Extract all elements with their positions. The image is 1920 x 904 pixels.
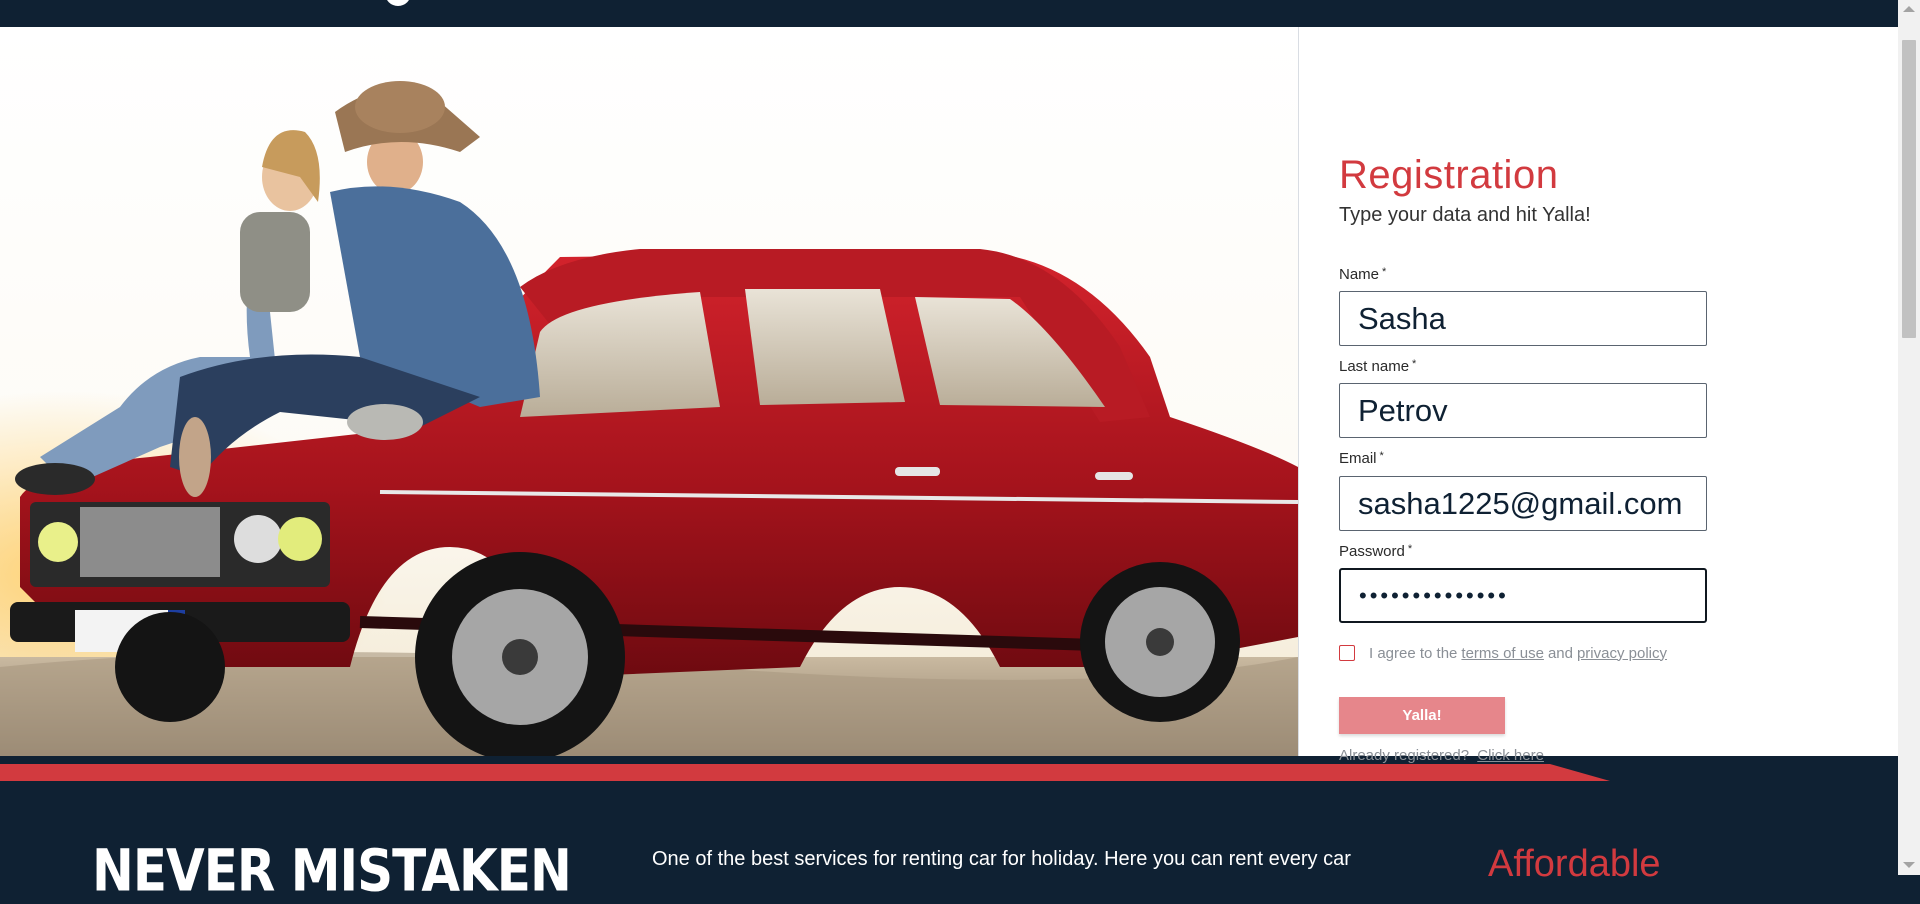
agree-and-text: and bbox=[1547, 644, 1573, 662]
registration-title: Registration bbox=[1339, 153, 1559, 197]
email-label: Email * bbox=[1339, 450, 1384, 467]
password-label: Password * bbox=[1339, 543, 1412, 560]
car-couple-illustration bbox=[0, 27, 1298, 756]
password-label-text: Password bbox=[1339, 543, 1405, 560]
affordable-heading: Affordable bbox=[1488, 843, 1661, 885]
registration-subtitle: Type your data and hit Yalla! bbox=[1339, 204, 1591, 226]
footer-about-text: One of the best services for renting car… bbox=[652, 848, 1351, 870]
top-navbar bbox=[0, 0, 1898, 27]
logo-fragment bbox=[385, 0, 411, 6]
required-mark: * bbox=[1412, 358, 1417, 370]
triangle-down-icon[interactable] bbox=[1903, 862, 1915, 868]
terms-of-use-link[interactable]: terms of use bbox=[1461, 645, 1544, 662]
accent-stripe bbox=[0, 764, 1610, 781]
required-mark: * bbox=[1379, 450, 1384, 462]
privacy-policy-link[interactable]: privacy policy bbox=[1577, 645, 1667, 662]
password-field[interactable] bbox=[1339, 568, 1707, 623]
already-registered-text: Already registered? bbox=[1339, 747, 1470, 764]
terms-checkbox[interactable] bbox=[1339, 645, 1355, 661]
triangle-up-icon[interactable] bbox=[1903, 6, 1915, 12]
name-field[interactable] bbox=[1339, 291, 1707, 346]
hero-image bbox=[0, 27, 1298, 756]
lastname-label: Last name * bbox=[1339, 358, 1416, 375]
already-registered-row: Already registered? Click here bbox=[1339, 747, 1548, 764]
lastname-label-text: Last name bbox=[1339, 358, 1410, 375]
yalla-submit-button[interactable]: Yalla! bbox=[1339, 697, 1505, 734]
registration-panel: Registration Type your data and hit Yall… bbox=[1298, 27, 1899, 764]
email-field[interactable] bbox=[1339, 476, 1707, 531]
agree-prefix-text: I agree to the bbox=[1369, 644, 1458, 662]
terms-agreement-row: I agree to the terms of use and privacy … bbox=[1339, 643, 1671, 663]
scrollbar-thumb[interactable] bbox=[1902, 40, 1916, 338]
email-label-text: Email bbox=[1339, 450, 1377, 467]
click-here-link[interactable]: Click here bbox=[1477, 747, 1544, 764]
name-label: Name * bbox=[1339, 266, 1386, 283]
name-label-text: Name bbox=[1339, 266, 1380, 283]
required-mark: * bbox=[1382, 266, 1387, 278]
lastname-field[interactable] bbox=[1339, 383, 1707, 438]
required-mark: * bbox=[1407, 543, 1413, 555]
footer-heading: NEVER MISTAKEN bbox=[92, 837, 572, 904]
